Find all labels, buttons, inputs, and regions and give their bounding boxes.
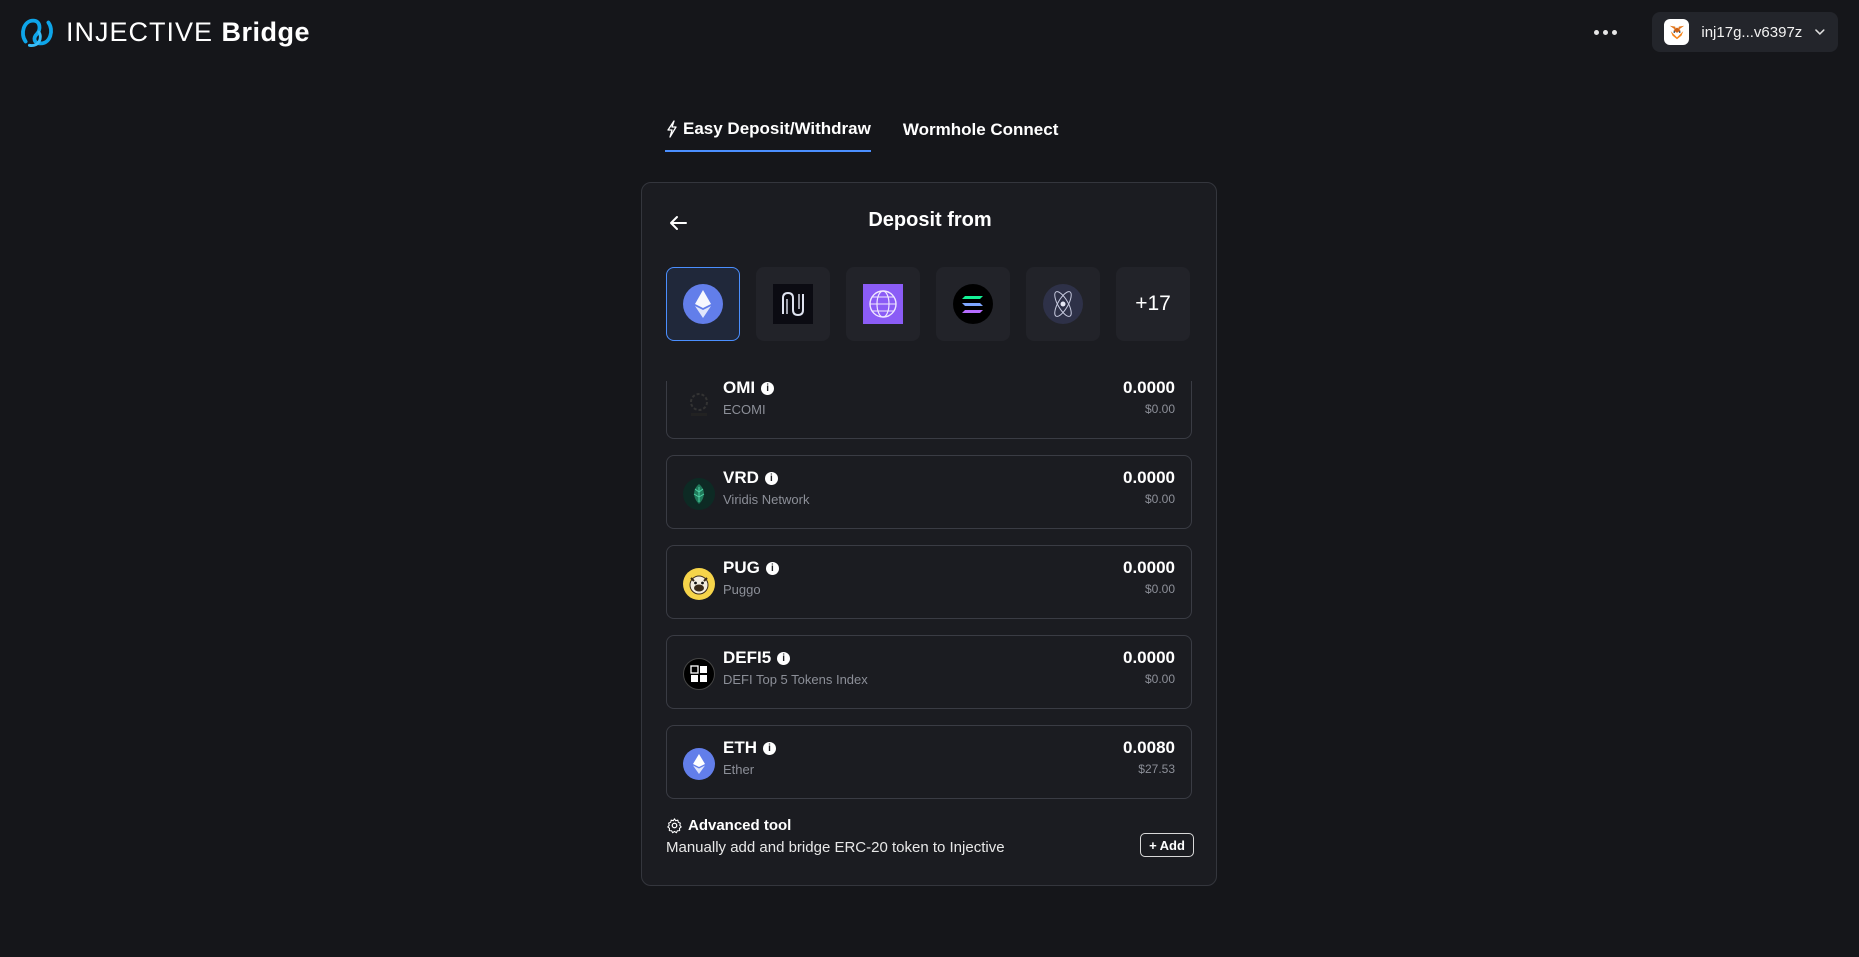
bridge-tabs: Easy Deposit/Withdraw Wormhole Connect — [665, 118, 1058, 152]
solana-icon — [953, 284, 993, 324]
ethereum-icon — [683, 748, 715, 780]
metamask-icon — [1664, 19, 1690, 45]
gear-icon — [667, 818, 682, 834]
token-symbol-text: PUG — [723, 558, 760, 577]
info-icon[interactable]: i — [765, 561, 779, 575]
ethereum-icon — [683, 284, 723, 324]
card-title: Deposit from — [868, 209, 992, 231]
chain-option-solana[interactable] — [936, 267, 1010, 341]
ecomi-icon — [683, 388, 715, 420]
token-symbol-text: ETH — [723, 738, 757, 757]
tab-label: Wormhole Connect — [902, 120, 1059, 139]
token-usd-value: $0.00 — [1144, 582, 1175, 596]
cosmos-icon — [1043, 284, 1083, 324]
plus-icon: + — [1149, 837, 1157, 853]
token-symbol: PUG i — [723, 558, 779, 578]
token-balance: 0.0080 — [1123, 738, 1175, 757]
tab-label: Easy Deposit/Withdraw — [683, 119, 871, 138]
token-usd-value: $27.53 — [1138, 762, 1175, 776]
axelar-icon — [773, 284, 813, 324]
token-name: Ether — [723, 762, 755, 777]
advanced-tool-description: Manually add and bridge ERC-20 token to … — [666, 839, 1005, 856]
token-balance: 0.0000 — [1123, 648, 1175, 667]
advanced-tool-section: Advanced tool Manually add and bridge ER… — [666, 817, 1194, 865]
chain-option-cosmos[interactable] — [1026, 267, 1100, 341]
brand-sub: Bridge — [221, 16, 311, 47]
token-name: Viridis Network — [723, 492, 810, 507]
chevron-down-icon — [1815, 29, 1825, 36]
token-symbol-text: VRD — [723, 468, 759, 487]
info-icon[interactable]: i — [761, 381, 775, 395]
tab-easy-deposit-withdraw[interactable]: Easy Deposit/Withdraw — [665, 118, 871, 152]
more-chains-label: +17 — [1135, 292, 1171, 315]
token-name: ECOMI — [723, 402, 766, 417]
dot-icon — [1611, 29, 1617, 35]
token-balance: 0.0000 — [1123, 558, 1175, 577]
token-balance: 0.0000 — [1123, 381, 1175, 397]
top-header: INJECTIVE Bridge inj17g...v6397z — [0, 0, 1859, 64]
token-row-vrd[interactable]: VRD i Viridis Network 0.0000 $0.00 — [666, 455, 1192, 529]
globe-network-icon — [863, 284, 903, 324]
token-name: DEFI Top 5 Tokens Index — [723, 672, 868, 687]
token-usd-value: $0.00 — [1144, 672, 1175, 686]
token-row-eth[interactable]: ETH i Ether 0.0080 $27.53 — [666, 725, 1192, 799]
token-symbol: OMI i — [723, 381, 775, 398]
puggo-icon — [683, 568, 715, 600]
deposit-card: Deposit from +17 OMI i ECOMI 0.0000 $0.0… — [641, 182, 1217, 886]
token-symbol-text: OMI — [723, 381, 756, 397]
lightning-icon — [667, 120, 677, 138]
token-symbol: DEFI5 i — [723, 648, 791, 668]
viridis-icon — [683, 478, 715, 510]
token-name: Puggo — [723, 582, 761, 597]
token-symbol: ETH i — [723, 738, 776, 758]
token-symbol-text: DEFI5 — [723, 648, 772, 667]
token-balance: 0.0000 — [1123, 468, 1175, 487]
more-menu-button[interactable] — [1588, 18, 1622, 46]
tab-wormhole-connect[interactable]: Wormhole Connect — [903, 118, 1059, 152]
wallet-button[interactable]: inj17g...v6397z — [1652, 12, 1838, 52]
more-chains-button[interactable]: +17 — [1116, 267, 1190, 341]
dot-icon — [1593, 29, 1599, 35]
info-icon[interactable]: i — [764, 471, 778, 485]
add-token-button[interactable]: + Add — [1140, 833, 1194, 857]
add-button-label: Add — [1159, 837, 1185, 853]
injective-logo-icon — [21, 18, 53, 47]
brand-name: INJECTIVE Bridge — [66, 17, 310, 48]
chain-selector: +17 — [666, 267, 1190, 341]
chain-option-globe-network[interactable] — [846, 267, 920, 341]
token-usd-value: $0.00 — [1144, 492, 1175, 506]
token-row-omi[interactable]: OMI i ECOMI 0.0000 $0.00 — [666, 381, 1192, 439]
chain-option-axelar[interactable] — [756, 267, 830, 341]
token-symbol: VRD i — [723, 468, 778, 488]
token-list[interactable]: OMI i ECOMI 0.0000 $0.00 VRD i Viridis N… — [666, 381, 1194, 804]
token-usd-value: $0.00 — [1144, 402, 1175, 416]
defi5-icon — [683, 658, 715, 690]
token-row-pug[interactable]: PUG i Puggo 0.0000 $0.00 — [666, 545, 1192, 619]
info-icon[interactable]: i — [763, 741, 776, 755]
brand-logo[interactable]: INJECTIVE Bridge — [18, 12, 310, 52]
wallet-address: inj17g...v6397z — [1701, 23, 1803, 41]
brand-main: INJECTIVE — [66, 16, 214, 47]
advanced-tool-title: Advanced tool — [666, 817, 791, 834]
info-icon[interactable]: i — [777, 651, 791, 665]
advanced-tool-label: Advanced tool — [688, 817, 792, 834]
token-row-defi5[interactable]: DEFI5 i DEFI Top 5 Tokens Index 0.0000 $… — [666, 635, 1192, 709]
chain-option-ethereum[interactable] — [666, 267, 740, 341]
dot-icon — [1602, 29, 1608, 35]
